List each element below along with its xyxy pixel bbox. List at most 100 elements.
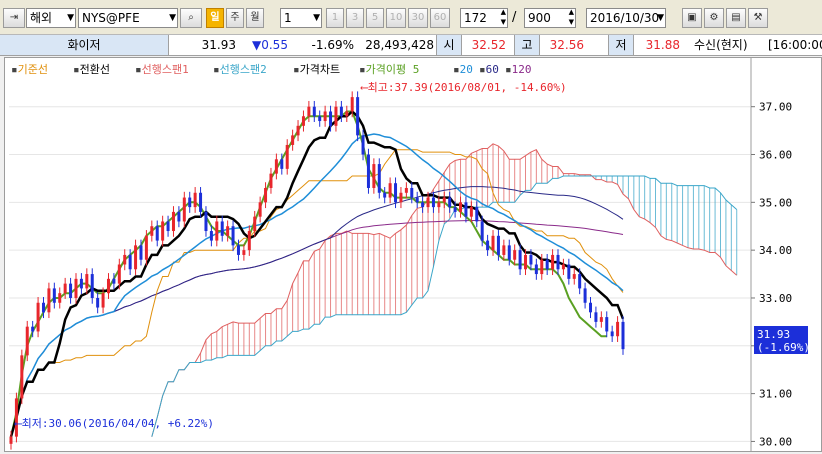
candle [291,135,295,145]
candle [112,278,116,284]
interval-1-button[interactable]: 1 [326,8,344,28]
candle [377,164,381,193]
candle [404,187,408,193]
last-price-box: 31.93 (-1.69%) [754,326,810,354]
market-label: 해외 [30,11,53,25]
candle [269,173,273,188]
candle [318,116,322,122]
candle [296,125,300,136]
interval-10-button[interactable]: 10 [386,8,406,28]
count-value: 172 [464,11,487,25]
y-tick-label: 36.00 [759,149,792,162]
candle [134,245,138,270]
candle [551,254,555,270]
candle [144,235,148,260]
candle [74,278,78,298]
candle [431,197,435,208]
symbol-input[interactable]: NYS@PFE ▼ [78,8,178,28]
candle [383,192,387,198]
current-price: 31.93 [201,38,236,52]
candle [421,202,425,208]
candle [188,197,192,208]
candle [350,97,354,112]
market-select[interactable]: 해외 ▼ [26,8,76,28]
status-text: 수신(현지) [694,38,748,52]
total-input[interactable]: 900 ▲ ▼ [524,8,576,28]
candle [366,154,370,188]
candle [182,197,186,222]
save-icon[interactable]: ▤ [726,8,746,28]
date-picker[interactable]: 2016/10/30 ▼ [586,8,666,28]
candle [79,278,83,289]
candle [453,207,457,212]
candle [150,226,154,236]
candle [545,259,549,270]
low-price: 31.88 [645,38,680,52]
chevron-down-icon: ▼ [657,13,664,23]
period-weekly-button[interactable]: 주 [226,8,244,28]
candle [128,254,132,270]
candle [556,254,560,270]
candle [231,226,235,246]
candle [226,226,230,236]
legend-ma20: ▪20 [453,63,473,76]
candle [339,106,343,117]
candle [561,264,565,270]
candle [155,226,159,241]
last-price-value: 31.93 [757,328,790,341]
candle [41,302,45,313]
candle [253,216,257,232]
candle [459,202,463,212]
interval-5-button[interactable]: 5 [366,8,384,28]
candle [442,197,446,203]
candle [123,254,127,265]
legend-ma60: ▪60 [479,63,499,76]
total-value: 900 [528,11,551,25]
toolbar: ⇥ 해외 ▼ NYS@PFE ▼ ⌕ 일 주 월 1 ▼ 1 3 5 10 30… [0,0,822,35]
candle [329,111,333,126]
candle [63,283,67,294]
candle [307,106,311,117]
chart-panel[interactable]: 37.0036.0035.0034.0033.0032.0031.0030.00… [4,57,822,452]
interval-value: 1 [284,11,292,25]
candle [480,221,484,241]
sidebar-toggle-icon[interactable]: ⇥ [3,8,25,28]
gear-icon[interactable]: ⚙ [704,8,724,28]
period-daily-button[interactable]: 일 [206,8,224,28]
period-monthly-button[interactable]: 월 [246,8,264,28]
chart-tool-icon[interactable]: ⚒ [748,8,768,28]
open-label: 시 [436,35,462,55]
candle [437,202,441,208]
legend-ma5: ▪가격이평 5 [359,63,419,76]
candle [101,293,105,308]
candle [274,159,278,174]
window-icon[interactable]: ▣ [682,8,702,28]
search-icon[interactable]: ⌕ [180,8,202,28]
candle [301,116,305,126]
candle [106,278,110,294]
price-chart[interactable]: 37.0036.0035.0034.0033.0032.0031.0030.00… [5,58,821,451]
candle [372,164,376,188]
interval-3-button[interactable]: 3 [346,8,364,28]
candle [567,264,571,279]
candle [410,187,414,198]
candle [334,106,338,126]
candle [399,192,403,203]
candle [486,240,490,251]
candle [166,221,170,232]
candle [209,231,213,241]
candle [448,197,452,208]
high-label: 고 [514,35,540,55]
interval-60-button[interactable]: 60 [430,8,450,28]
candle [220,221,224,236]
y-tick-label: 33.00 [759,292,792,305]
candle [524,254,528,270]
change-percent: -1.69% [311,38,354,52]
candle [58,293,62,303]
candle [388,183,392,198]
candle [171,211,175,232]
interval-30-button[interactable]: 30 [408,8,428,28]
candle [518,250,522,270]
interval-select[interactable]: 1 ▼ [280,8,322,28]
count-stepper[interactable]: 172 ▲ ▼ [460,8,508,28]
